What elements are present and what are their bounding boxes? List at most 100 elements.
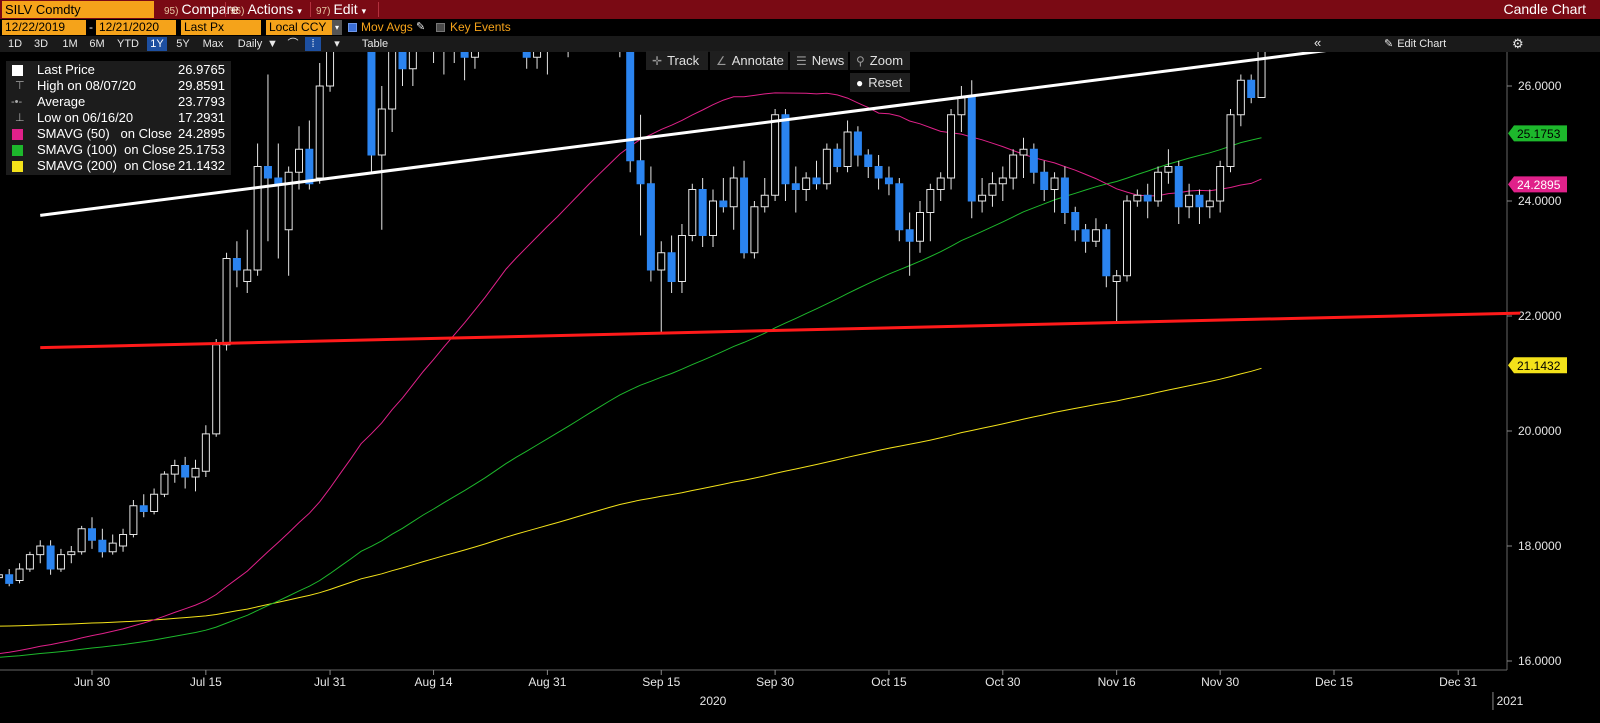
key-events-checkbox[interactable] xyxy=(436,23,445,32)
candle-down xyxy=(667,235,676,293)
key-events-label[interactable]: Key Events xyxy=(450,19,511,36)
candle-down xyxy=(139,494,148,518)
candle-up xyxy=(67,546,76,564)
period-max[interactable]: Max xyxy=(201,37,225,51)
period-3d[interactable]: 3D xyxy=(32,37,50,51)
x-tick-label: Oct 15 xyxy=(871,675,907,689)
candle-down xyxy=(791,166,800,213)
candle-body xyxy=(1019,148,1028,156)
frequency-select[interactable]: Daily xyxy=(233,37,267,51)
candle-body xyxy=(1143,194,1152,202)
candle-body xyxy=(853,131,862,156)
candle-up xyxy=(253,143,262,276)
actions-menu[interactable]: 96) Actions ▾ xyxy=(230,1,302,18)
candle-up xyxy=(822,143,831,190)
x-tick-label: Sep 15 xyxy=(642,675,680,689)
currency-dropdown-icon[interactable]: ▾ xyxy=(332,20,342,35)
edit-chart-button[interactable]: ✎ Edit Chart xyxy=(1384,37,1446,51)
candle-chart[interactable]: 16.0000 18.0000 20.0000 22.0000 24.0000 26.00… xyxy=(0,52,1600,723)
y-tick-label: 22.0000 xyxy=(1518,309,1562,323)
candle-down xyxy=(1195,189,1204,224)
line-chart-icon[interactable]: ⌒ xyxy=(285,37,301,51)
legend-name: Last Price xyxy=(37,62,95,77)
candle-down xyxy=(1143,183,1152,219)
candle-up xyxy=(191,459,200,492)
legend-high: ⊤ High on 08/07/20 29.8591 xyxy=(6,78,231,94)
field-select[interactable]: Last Px xyxy=(181,20,261,35)
legend: Last Price 26.9765 ⊤ High on 08/07/20 29… xyxy=(6,61,231,175)
candle-up xyxy=(709,189,717,247)
candle-body xyxy=(1060,177,1069,213)
actions-caret-icon: ▾ xyxy=(297,6,302,16)
candle-up xyxy=(326,52,335,92)
legend-last-price: Last Price 26.9765 xyxy=(6,62,231,78)
compare-menu[interactable]: 95) Compare xyxy=(164,1,239,18)
price-tag-label: 24.2895 xyxy=(1517,178,1561,192)
candle-up xyxy=(160,471,169,498)
mov-avgs-checkbox[interactable] xyxy=(348,23,357,32)
candle-body xyxy=(98,539,107,553)
candle-up xyxy=(1123,195,1131,282)
legend-value: 24.2895 xyxy=(178,126,225,141)
candle-up xyxy=(1164,149,1173,184)
period-1y[interactable]: 1Y xyxy=(147,37,167,51)
candle-up xyxy=(750,201,759,259)
candle-body xyxy=(760,194,769,208)
period-5y[interactable]: 5Y xyxy=(173,37,193,51)
period-ytd[interactable]: YTD xyxy=(115,37,141,51)
currency-select[interactable]: Local CCY xyxy=(266,20,332,35)
candle-body xyxy=(864,154,873,167)
candle-down xyxy=(967,80,976,219)
security-field[interactable]: SILV Comdty xyxy=(2,1,154,18)
chart-type-caret-icon[interactable]: ▾ xyxy=(331,37,343,51)
smavg-200-line xyxy=(0,367,1262,627)
candle-body xyxy=(688,189,697,236)
candle-up xyxy=(677,224,686,293)
candle-body xyxy=(957,97,966,116)
period-1d[interactable]: 1D xyxy=(6,37,24,51)
table-button[interactable]: Table xyxy=(358,37,392,51)
candle-up xyxy=(388,52,397,132)
candle-up xyxy=(443,52,445,75)
y-tick-label: 24.0000 xyxy=(1518,194,1562,208)
trendline-resistance xyxy=(40,52,1327,217)
period-1m[interactable]: 1M xyxy=(60,37,80,51)
frequency-caret-icon[interactable]: ▼ xyxy=(267,37,278,51)
period-6m[interactable]: 6M xyxy=(87,37,107,51)
candle-body xyxy=(129,505,138,535)
candle-down xyxy=(367,52,376,173)
candle-body xyxy=(25,554,34,570)
pencil-icon[interactable]: ✎ xyxy=(416,19,425,36)
candle-body xyxy=(1236,79,1245,116)
candle-up xyxy=(1205,189,1214,219)
candle-body xyxy=(729,177,738,208)
start-date-field[interactable]: 12/22/2019 xyxy=(2,20,86,35)
candle-body xyxy=(1185,194,1194,208)
legend-value: 25.1753 xyxy=(178,142,225,157)
legend-name: Average xyxy=(37,94,86,109)
edit-menu[interactable]: 97) Edit ▾ xyxy=(316,1,366,18)
candle-body xyxy=(46,545,55,570)
candle-down xyxy=(812,160,821,190)
candle-down xyxy=(263,74,272,242)
candle-body xyxy=(947,114,956,179)
edit-chart-pencil-icon: ✎ xyxy=(1384,38,1394,50)
x-tick-label: Aug 31 xyxy=(528,675,566,689)
candle-body xyxy=(212,344,221,435)
candle-up xyxy=(1091,218,1100,247)
candle-down xyxy=(853,126,862,167)
candle-down xyxy=(719,178,728,213)
candle-down xyxy=(1247,74,1256,104)
candle-up xyxy=(0,574,3,579)
candle-down xyxy=(181,456,190,489)
legend-name: High on 08/07/20 xyxy=(37,78,137,93)
candle-up xyxy=(802,172,811,201)
candle-chart-icon[interactable]: ⁞ xyxy=(305,37,321,51)
end-date-field[interactable]: 12/21/2020 xyxy=(96,20,176,35)
candle-up xyxy=(957,86,966,132)
collapse-icon[interactable]: « xyxy=(1314,36,1321,50)
gear-icon[interactable]: ⚙ xyxy=(1512,36,1524,51)
candle-body xyxy=(1112,275,1121,282)
candle-body xyxy=(1091,229,1100,242)
mov-avgs-label[interactable]: Mov Avgs xyxy=(361,19,413,36)
